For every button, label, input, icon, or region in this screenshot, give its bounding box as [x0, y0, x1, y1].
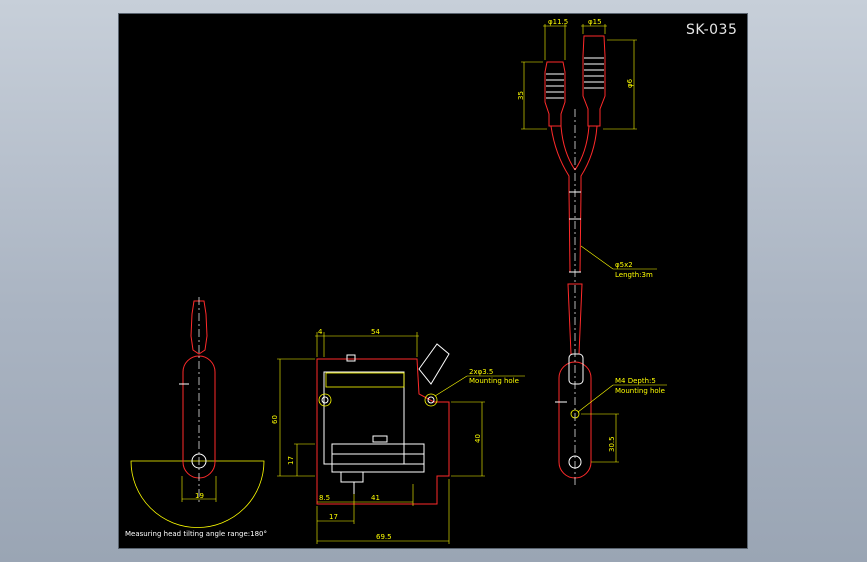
hole-leader [434, 375, 468, 397]
cad-drawing: SK-035 19 Measuring head tilting angle r… [125, 18, 737, 544]
head-dim-label: 30.5 [608, 436, 616, 452]
probe-neck [568, 353, 584, 385]
thread-leader [577, 384, 614, 413]
front-base-tab [372, 435, 388, 443]
plug-len-label: 35 [517, 91, 525, 100]
cable-leader [580, 245, 614, 270]
front-body-outline [316, 358, 450, 505]
tilt-range-note: Measuring head tilting angle range:180° [125, 530, 267, 538]
front-slot [325, 372, 405, 388]
plug1-dia-label: φ11.5 [548, 18, 568, 26]
front-mount-hole-left [318, 393, 332, 407]
dim-69-5-label: 69.5 [376, 533, 392, 541]
front-inner-outline [323, 371, 405, 465]
plug-2 [582, 35, 606, 127]
dim-17-bottom-label: 17 [329, 513, 338, 521]
front-angled-tab [418, 343, 450, 385]
dim-40-label: 40 [474, 434, 482, 443]
dim-17-left-label: 17 [287, 456, 295, 465]
dim-54-label: 54 [371, 328, 380, 336]
cable-spec: φ5x2 [615, 261, 633, 269]
front-top-notch [346, 354, 356, 362]
cad-drawing-viewport[interactable]: SK-035 19 Measuring head tilting angle r… [118, 13, 748, 549]
cable-branch-right-outer [580, 125, 598, 192]
front-view: 4 54 60 17 40 2xφ3.5 Mounting hole 8.5 4… [271, 328, 525, 544]
thread-callout: M4 Depth:5 [615, 377, 656, 385]
hole-note: Mounting hole [469, 377, 519, 385]
front-base-block [331, 443, 425, 473]
plug2-side-dia-label: φ6 [626, 78, 634, 88]
side-view: 19 Measuring head tilting angle range:18… [125, 297, 267, 538]
probe-view: φ11.5 φ15 35 φ6 φ5x2 Length:3m M4 Depth:… [517, 18, 667, 486]
dim-19-label: 19 [195, 492, 204, 500]
cable-length: Length:3m [615, 271, 653, 279]
drawing-title: SK-035 [686, 22, 737, 38]
hole-callout: 2xφ3.5 [469, 368, 493, 376]
front-foot [340, 471, 364, 483]
cable-branch-left-outer [550, 125, 570, 192]
dim-4-label: 4 [318, 328, 323, 336]
dim-8-5-label: 8.5 [319, 494, 330, 502]
plug-1 [544, 61, 566, 127]
dim-60-label: 60 [271, 415, 279, 424]
dim-41-label: 41 [371, 494, 380, 502]
plug2-dia-label: φ15 [588, 18, 602, 26]
thread-note: Mounting hole [615, 387, 665, 395]
